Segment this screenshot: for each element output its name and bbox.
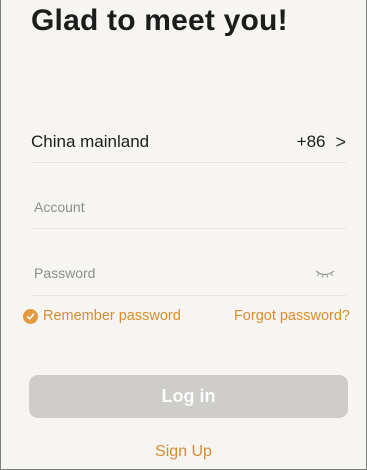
chevron-right-icon: >	[335, 132, 346, 152]
forgot-password-link[interactable]: Forgot password?	[234, 308, 350, 324]
eye-closed-icon[interactable]	[314, 266, 336, 280]
region-code-group: +86 >	[297, 132, 346, 152]
account-input[interactable]	[31, 199, 346, 215]
region-selector[interactable]: China mainland +86 >	[31, 128, 346, 156]
password-input[interactable]	[31, 265, 346, 281]
login-button[interactable]: Log in	[29, 375, 348, 418]
divider	[31, 295, 346, 296]
remember-password-label[interactable]: Remember password	[43, 308, 181, 324]
options-row: Remember password Forgot password?	[23, 305, 350, 327]
checkmark-icon[interactable]	[23, 308, 38, 324]
region-code: +86	[296, 132, 326, 151]
signup-link[interactable]: Sign Up	[1, 443, 366, 461]
page-title: Glad to meet you!	[31, 4, 288, 37]
remember-password-toggle[interactable]: Remember password	[23, 308, 181, 324]
region-label: China mainland	[31, 132, 150, 151]
password-field-container	[31, 259, 346, 287]
account-field-container	[31, 193, 346, 221]
divider	[31, 228, 346, 229]
divider	[31, 162, 346, 163]
